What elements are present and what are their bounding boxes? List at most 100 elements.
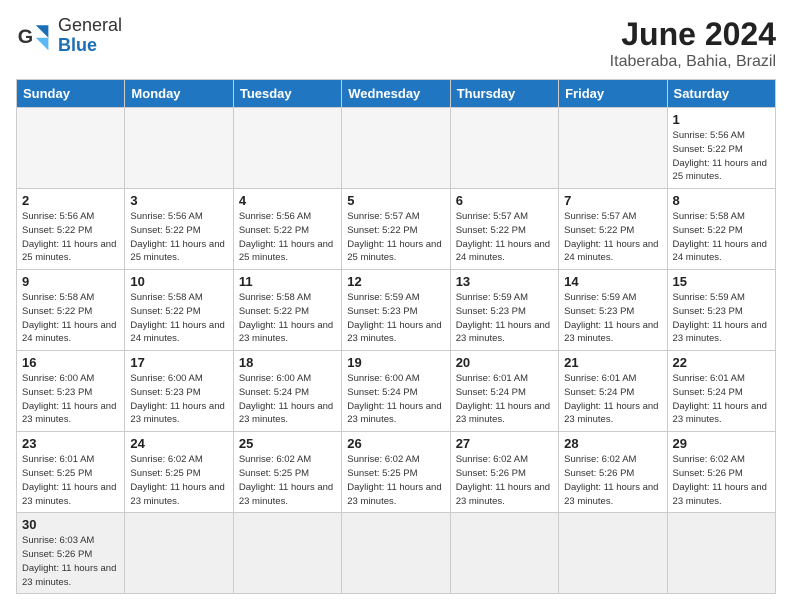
day-number: 29 [673, 436, 770, 451]
day-number: 20 [456, 355, 553, 370]
day-number: 11 [239, 274, 336, 289]
table-cell [17, 108, 125, 189]
header-thursday: Thursday [450, 80, 558, 108]
table-cell: 6 Sunrise: 5:57 AMSunset: 5:22 PMDaylight… [450, 189, 558, 270]
day-number: 28 [564, 436, 661, 451]
table-cell [233, 513, 341, 594]
header-sunday: Sunday [17, 80, 125, 108]
day-info: Sunrise: 6:01 AMSunset: 5:24 PMDaylight:… [673, 372, 770, 427]
day-info: Sunrise: 5:59 AMSunset: 5:23 PMDaylight:… [347, 291, 444, 346]
day-info: Sunrise: 5:57 AMSunset: 5:22 PMDaylight:… [564, 210, 661, 265]
table-cell [342, 108, 450, 189]
day-number: 18 [239, 355, 336, 370]
table-cell [667, 513, 775, 594]
day-number: 27 [456, 436, 553, 451]
table-cell: 3 Sunrise: 5:56 AMSunset: 5:22 PMDaylight… [125, 189, 233, 270]
header-wednesday: Wednesday [342, 80, 450, 108]
day-number: 6 [456, 193, 553, 208]
header-monday: Monday [125, 80, 233, 108]
day-info: Sunrise: 6:02 AMSunset: 5:26 PMDaylight:… [564, 453, 661, 508]
day-info: Sunrise: 5:58 AMSunset: 5:22 PMDaylight:… [22, 291, 119, 346]
day-number: 23 [22, 436, 119, 451]
calendar-table: Sunday Monday Tuesday Wednesday Thursday… [16, 79, 776, 594]
calendar-row: 2 Sunrise: 5:56 AMSunset: 5:22 PMDaylight… [17, 189, 776, 270]
table-cell: 23Sunrise: 6:01 AMSunset: 5:25 PMDayligh… [17, 432, 125, 513]
day-info: Sunrise: 6:02 AMSunset: 5:25 PMDaylight:… [239, 453, 336, 508]
day-info: Sunrise: 6:01 AMSunset: 5:24 PMDaylight:… [456, 372, 553, 427]
day-number: 30 [22, 517, 119, 532]
svg-text:G: G [18, 26, 33, 48]
table-cell: 29 Sunrise: 6:02 AMSunset: 5:26 PMDayligh… [667, 432, 775, 513]
day-number: 22 [673, 355, 770, 370]
header-friday: Friday [559, 80, 667, 108]
weekday-header-row: Sunday Monday Tuesday Wednesday Thursday… [17, 80, 776, 108]
header-tuesday: Tuesday [233, 80, 341, 108]
day-number: 7 [564, 193, 661, 208]
table-cell: 13 Sunrise: 5:59 AMSunset: 5:23 PMDayligh… [450, 270, 558, 351]
day-number: 1 [673, 112, 770, 127]
day-number: 8 [673, 193, 770, 208]
day-number: 25 [239, 436, 336, 451]
table-cell: 28 Sunrise: 6:02 AMSunset: 5:26 PMDayligh… [559, 432, 667, 513]
table-cell: 1Sunrise: 5:56 AMSunset: 5:22 PMDaylight… [667, 108, 775, 189]
table-cell [125, 108, 233, 189]
day-info: Sunrise: 5:58 AMSunset: 5:22 PMDaylight:… [239, 291, 336, 346]
table-cell: 10Sunrise: 5:58 AMSunset: 5:22 PMDayligh… [125, 270, 233, 351]
day-number: 13 [456, 274, 553, 289]
location: Itaberaba, Bahia, Brazil [610, 53, 776, 71]
day-number: 26 [347, 436, 444, 451]
table-cell: 24 Sunrise: 6:02 AMSunset: 5:25 PMDayligh… [125, 432, 233, 513]
table-cell: 21 Sunrise: 6:01 AMSunset: 5:24 PMDayligh… [559, 351, 667, 432]
day-number: 4 [239, 193, 336, 208]
day-number: 17 [130, 355, 227, 370]
day-info: Sunrise: 6:01 AMSunset: 5:24 PMDaylight:… [564, 372, 661, 427]
day-info: Sunrise: 5:57 AMSunset: 5:22 PMDaylight:… [456, 210, 553, 265]
table-cell: 2 Sunrise: 5:56 AMSunset: 5:22 PMDaylight… [17, 189, 125, 270]
day-info: Sunrise: 6:02 AMSunset: 5:26 PMDaylight:… [673, 453, 770, 508]
table-cell [559, 108, 667, 189]
day-info: Sunrise: 6:00 AMSunset: 5:23 PMDaylight:… [22, 372, 119, 427]
day-info: Sunrise: 5:56 AMSunset: 5:22 PMDaylight:… [130, 210, 227, 265]
day-info: Sunrise: 5:59 AMSunset: 5:23 PMDaylight:… [456, 291, 553, 346]
day-number: 9 [22, 274, 119, 289]
table-cell: 16 Sunrise: 6:00 AMSunset: 5:23 PMDayligh… [17, 351, 125, 432]
logo-text: GeneralBlue [58, 16, 122, 56]
day-info: Sunrise: 6:03 AMSunset: 5:26 PMDaylight:… [22, 534, 119, 589]
table-cell: 18 Sunrise: 6:00 AMSunset: 5:24 PMDayligh… [233, 351, 341, 432]
header-saturday: Saturday [667, 80, 775, 108]
table-cell: 20 Sunrise: 6:01 AMSunset: 5:24 PMDayligh… [450, 351, 558, 432]
table-cell: 5Sunrise: 5:57 AMSunset: 5:22 PMDaylight… [342, 189, 450, 270]
table-cell: 7 Sunrise: 5:57 AMSunset: 5:22 PMDaylight… [559, 189, 667, 270]
table-cell: 17 Sunrise: 6:00 AMSunset: 5:23 PMDayligh… [125, 351, 233, 432]
table-cell: 25 Sunrise: 6:02 AMSunset: 5:25 PMDayligh… [233, 432, 341, 513]
calendar-row: 16 Sunrise: 6:00 AMSunset: 5:23 PMDayligh… [17, 351, 776, 432]
title-area: June 2024 Itaberaba, Bahia, Brazil [610, 16, 776, 71]
day-number: 2 [22, 193, 119, 208]
day-number: 5 [347, 193, 444, 208]
table-cell [342, 513, 450, 594]
day-info: Sunrise: 5:59 AMSunset: 5:23 PMDaylight:… [673, 291, 770, 346]
table-cell: 8Sunrise: 5:58 AMSunset: 5:22 PMDaylight… [667, 189, 775, 270]
calendar-row: 30 Sunrise: 6:03 AMSunset: 5:26 PMDayligh… [17, 513, 776, 594]
day-number: 21 [564, 355, 661, 370]
day-number: 16 [22, 355, 119, 370]
day-info: Sunrise: 5:56 AMSunset: 5:22 PMDaylight:… [239, 210, 336, 265]
day-number: 3 [130, 193, 227, 208]
day-number: 12 [347, 274, 444, 289]
table-cell: 26 Sunrise: 6:02 AMSunset: 5:25 PMDayligh… [342, 432, 450, 513]
month-title: June 2024 [610, 16, 776, 53]
day-info: Sunrise: 5:56 AMSunset: 5:22 PMDaylight:… [22, 210, 119, 265]
day-info: Sunrise: 6:02 AMSunset: 5:25 PMDaylight:… [130, 453, 227, 508]
table-cell [125, 513, 233, 594]
table-cell [233, 108, 341, 189]
day-info: Sunrise: 6:00 AMSunset: 5:23 PMDaylight:… [130, 372, 227, 427]
table-cell: 27Sunrise: 6:02 AMSunset: 5:26 PMDayligh… [450, 432, 558, 513]
table-cell: 9 Sunrise: 5:58 AMSunset: 5:22 PMDaylight… [17, 270, 125, 351]
table-cell: 11 Sunrise: 5:58 AMSunset: 5:22 PMDayligh… [233, 270, 341, 351]
day-info: Sunrise: 6:02 AMSunset: 5:25 PMDaylight:… [347, 453, 444, 508]
table-cell [450, 513, 558, 594]
table-cell: 14Sunrise: 5:59 AMSunset: 5:23 PMDayligh… [559, 270, 667, 351]
day-info: Sunrise: 6:00 AMSunset: 5:24 PMDaylight:… [239, 372, 336, 427]
day-info: Sunrise: 5:59 AMSunset: 5:23 PMDaylight:… [564, 291, 661, 346]
day-number: 24 [130, 436, 227, 451]
